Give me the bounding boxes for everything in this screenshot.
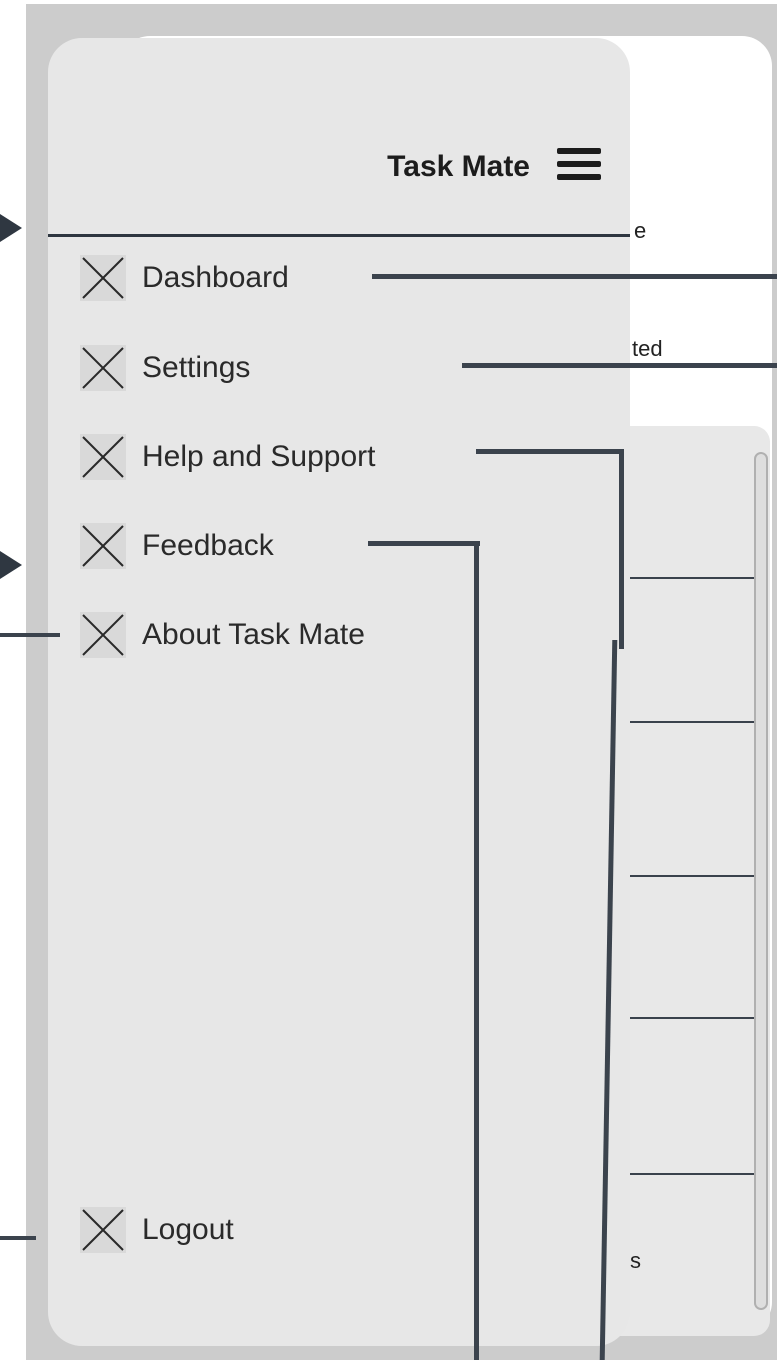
placeholder-x-icon — [80, 255, 126, 301]
wireframe-canvas: e ted s Task Mate Dashboard Settings Hel… — [0, 0, 777, 1360]
flow-connector-about — [0, 633, 60, 637]
task-list-divider — [630, 1017, 754, 1019]
main-screen-text-fragment: e — [634, 218, 647, 243]
flow-connector-logout — [0, 1236, 36, 1240]
placeholder-x-icon — [80, 434, 126, 480]
flow-connector-feedback-vertical — [474, 541, 479, 1360]
menu-item-label: Feedback — [142, 529, 274, 562]
flow-connector-settings — [462, 363, 777, 368]
menu-item-settings[interactable]: Settings — [80, 344, 250, 392]
flow-arrow-in — [0, 214, 22, 242]
hamburger-menu-icon[interactable] — [557, 148, 601, 182]
flow-connector-help-vertical — [619, 449, 624, 649]
task-list-divider — [630, 1173, 754, 1175]
task-list-divider — [630, 875, 754, 877]
navigation-drawer: Task Mate Dashboard Settings Help and Su… — [48, 38, 630, 1346]
drawer-header-divider — [48, 234, 630, 237]
flow-arrow-in — [0, 551, 22, 579]
placeholder-x-icon — [80, 1207, 126, 1253]
main-screen-text-fragment: ted — [632, 336, 663, 361]
menu-item-label: Dashboard — [142, 261, 289, 294]
menu-item-feedback[interactable]: Feedback — [80, 522, 274, 570]
flow-connector-feedback-horizontal — [368, 541, 480, 546]
task-list-divider — [630, 721, 754, 723]
menu-item-label: Settings — [142, 351, 251, 384]
menu-item-help-and-support[interactable]: Help and Support — [80, 433, 376, 481]
menu-item-dashboard[interactable]: Dashboard — [80, 254, 289, 302]
task-list-scrollbar[interactable] — [754, 452, 768, 1310]
placeholder-x-icon — [80, 345, 126, 391]
task-list-divider — [630, 577, 754, 579]
menu-item-label: Logout — [142, 1213, 234, 1246]
flow-connector-help-horizontal — [476, 449, 624, 454]
placeholder-x-icon — [80, 612, 126, 658]
flow-connector-dashboard — [372, 274, 777, 279]
main-screen-text-fragment: s — [630, 1248, 641, 1273]
menu-item-label: About Task Mate — [142, 618, 365, 651]
placeholder-x-icon — [80, 523, 126, 569]
menu-item-about-task-mate[interactable]: About Task Mate — [80, 611, 365, 659]
drawer-title: Task Mate — [387, 150, 530, 183]
menu-item-logout[interactable]: Logout — [80, 1206, 234, 1254]
menu-item-label: Help and Support — [142, 440, 376, 473]
